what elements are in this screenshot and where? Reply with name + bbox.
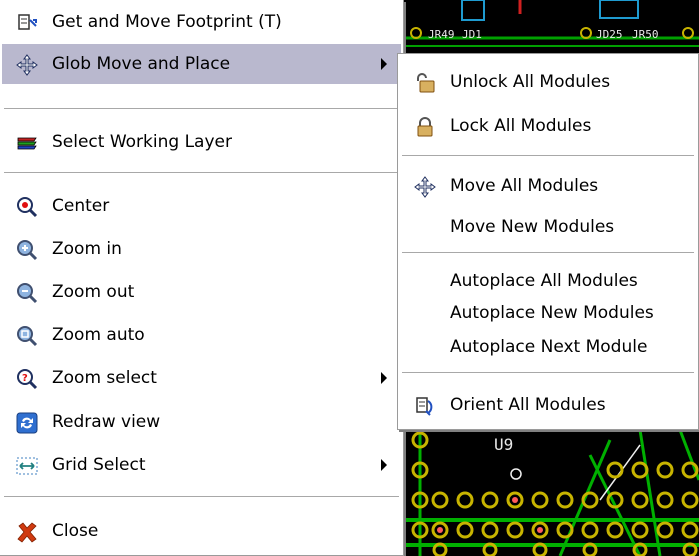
- pcb-ref-label: JD1: [462, 28, 482, 41]
- menu-item-label: Grid Select: [52, 455, 146, 475]
- menu-item-redraw-view[interactable]: Redraw view: [2, 402, 401, 442]
- menu-item-close[interactable]: Close: [2, 511, 401, 551]
- zoom-auto-icon: [17, 326, 38, 347]
- submenu-item-label: Unlock All Modules: [450, 72, 611, 92]
- submenu-item-label: Autoplace Next Module: [450, 337, 648, 357]
- submenu-item-autoplace-next[interactable]: Autoplace Next Module: [400, 327, 696, 367]
- submenu-arrow-icon: [381, 58, 387, 70]
- menu-item-label: Get and Move Footprint (T): [52, 12, 282, 32]
- menu-item-select-working-layer[interactable]: Select Working Layer: [2, 122, 401, 162]
- menu-item-zoom-in[interactable]: Zoom in: [2, 229, 401, 269]
- menu-separator: [4, 172, 399, 174]
- submenu-item-unlock-all[interactable]: Unlock All Modules: [400, 62, 696, 102]
- glob-move-submenu: Unlock All Modules Lock All Modules Move…: [397, 53, 699, 430]
- submenu-item-label: Lock All Modules: [450, 116, 592, 136]
- menu-item-label: Close: [52, 521, 99, 541]
- submenu-arrow-icon: [381, 372, 387, 384]
- menu-item-label: Glob Move and Place: [52, 54, 231, 74]
- menu-item-label: Select Working Layer: [52, 132, 232, 152]
- menu-separator: [402, 252, 694, 254]
- menu-item-label: Redraw view: [52, 412, 161, 432]
- submenu-item-label: Move All Modules: [450, 176, 599, 196]
- zoom-out-icon: [17, 283, 38, 304]
- menu-separator: [4, 108, 399, 110]
- lock-icon: [417, 117, 433, 137]
- layers-icon: [17, 137, 37, 150]
- redraw-icon: [16, 412, 38, 434]
- submenu-item-orient-all[interactable]: Orient All Modules: [400, 385, 696, 425]
- submenu-item-label: Autoplace New Modules: [450, 303, 654, 323]
- submenu-item-move-new[interactable]: Move New Modules: [400, 207, 696, 247]
- pcb-ref-label: JR50: [632, 28, 659, 41]
- move-cross-icon: [16, 54, 38, 76]
- menu-item-label: Zoom select: [52, 368, 157, 388]
- submenu-arrow-icon: [381, 459, 387, 471]
- zoom-select-icon: ?: [17, 369, 38, 390]
- menu-item-zoom-auto[interactable]: Zoom auto: [2, 315, 401, 355]
- submenu-item-label: Autoplace All Modules: [450, 271, 638, 291]
- submenu-item-lock-all[interactable]: Lock All Modules: [400, 106, 696, 146]
- svg-text:?: ?: [22, 373, 28, 384]
- menu-item-get-move-footprint[interactable]: Get and Move Footprint (T): [2, 2, 401, 42]
- zoom-in-icon: [17, 240, 38, 261]
- menu-item-grid-select[interactable]: Grid Select: [2, 445, 401, 485]
- context-menu: Get and Move Footprint (T) Glob Move and…: [0, 0, 404, 556]
- menu-item-label: Zoom out: [52, 282, 135, 302]
- grid-icon: [16, 457, 38, 475]
- menu-item-label: Center: [52, 196, 110, 216]
- menu-item-glob-move-place[interactable]: Glob Move and Place: [2, 44, 401, 84]
- submenu-item-label: Orient All Modules: [450, 395, 606, 415]
- close-x-icon: [17, 522, 37, 543]
- unlock-icon: [417, 73, 435, 93]
- menu-separator: [402, 372, 694, 374]
- pcb-component-ref: U9: [494, 435, 513, 454]
- orient-icon: [416, 397, 433, 416]
- submenu-item-move-all[interactable]: Move All Modules: [400, 166, 696, 206]
- footprint-icon: [18, 14, 37, 30]
- menu-item-center[interactable]: Center: [2, 186, 401, 226]
- move-cross-icon: [414, 176, 436, 198]
- menu-separator: [4, 496, 399, 498]
- menu-item-label: Zoom auto: [52, 325, 145, 345]
- submenu-item-label: Move New Modules: [450, 217, 615, 237]
- menu-item-zoom-select[interactable]: ? Zoom select: [2, 358, 401, 398]
- menu-item-label: Zoom in: [52, 239, 122, 259]
- menu-item-zoom-out[interactable]: Zoom out: [2, 272, 401, 312]
- pcb-ref-label: JR49: [428, 28, 455, 41]
- menu-separator: [402, 155, 694, 157]
- pcb-ref-label: JD25: [596, 28, 623, 41]
- center-magnifier-icon: [17, 197, 38, 218]
